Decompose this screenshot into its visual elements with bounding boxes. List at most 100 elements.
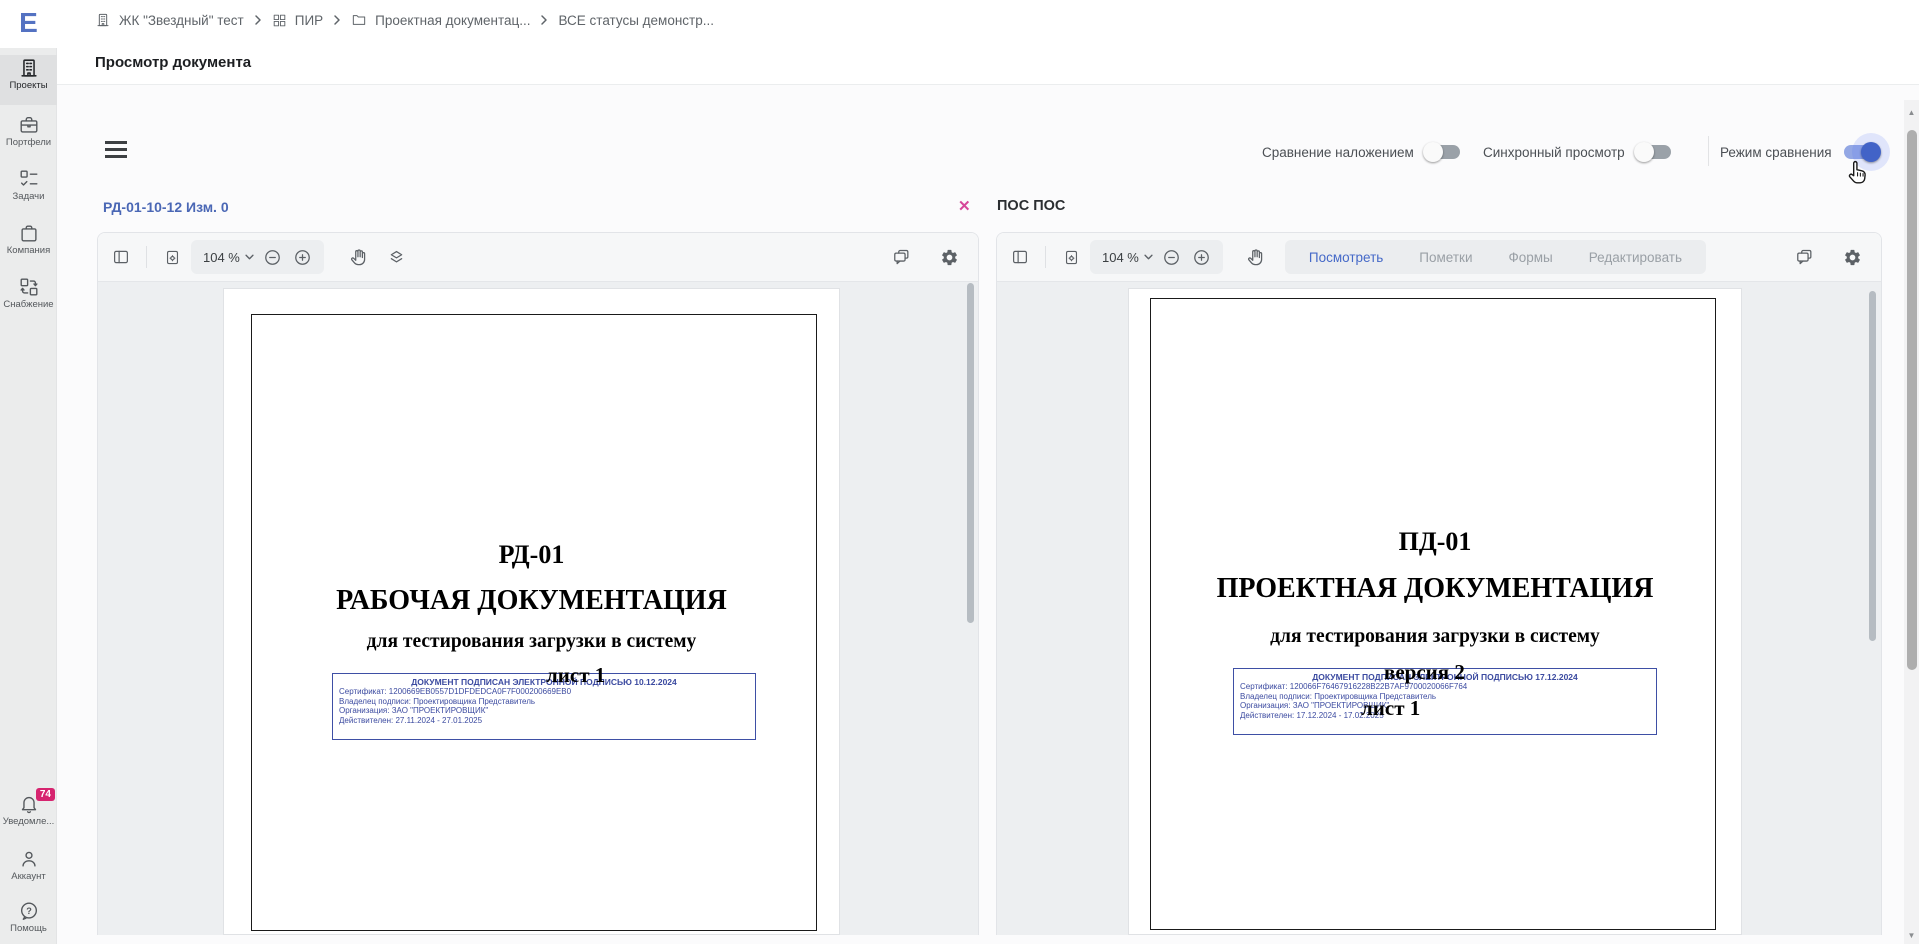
zoom-in-button[interactable]	[1187, 242, 1217, 272]
sidebar-item-company[interactable]: Компания	[0, 220, 57, 272]
zoom-level-dropdown[interactable]: 104 %	[1102, 250, 1153, 265]
pan-tool-button[interactable]	[1241, 242, 1271, 272]
building-icon	[18, 57, 40, 79]
comments-button[interactable]	[1789, 242, 1819, 272]
sync-view-switch[interactable]	[1637, 145, 1671, 159]
doc-sheet-label: лист 1	[1361, 696, 1420, 721]
pan-tool-button[interactable]	[344, 242, 374, 272]
stamp-line: Владелец подписи: Проектировщика Предста…	[339, 697, 755, 707]
left-pdf-page: РД-01 РАБОЧАЯ ДОКУМЕНТАЦИЯ для тестирова…	[223, 288, 840, 935]
company-icon	[18, 222, 40, 244]
menu-hamburger-button[interactable]	[105, 141, 127, 158]
sidebar-item-supply[interactable]: Снабжение	[0, 274, 57, 326]
doc-subtitle: для тестирования загрузки в систему	[1129, 626, 1741, 648]
help-icon: ?	[18, 900, 40, 922]
tab-edit[interactable]: Редактировать	[1571, 244, 1700, 271]
right-pdf-viewer[interactable]: ПД-01 ПРОЕКТНАЯ ДОКУМЕНТАЦИЯ для тестиро…	[997, 282, 1881, 935]
overlay-compare-switch[interactable]	[1426, 145, 1460, 159]
chevron-down-icon	[1144, 254, 1153, 260]
left-pdf-viewer[interactable]: РД-01 РАБОЧАЯ ДОКУМЕНТАЦИЯ для тестирова…	[98, 282, 978, 935]
left-viewer-scrollbar-thumb[interactable]	[967, 283, 974, 623]
plus-circle-icon	[293, 248, 312, 267]
gear-icon	[1843, 248, 1862, 267]
scrollbar-down-arrow[interactable]: ▼	[1904, 931, 1919, 940]
toggle-label: Сравнение наложением	[1262, 145, 1414, 160]
document-gear-icon	[164, 249, 181, 266]
sidebar-item-account[interactable]: Аккаунт	[0, 846, 57, 898]
viewer-mode-tabs: Посмотреть Пометки Формы Редактировать	[1285, 240, 1706, 274]
zoom-out-button[interactable]	[1157, 242, 1187, 272]
breadcrumb-label: ВСЕ статусы демонстр...	[558, 13, 714, 28]
stamp-line: Действителен: 17.12.2024 - 17.02.2025	[1240, 711, 1656, 721]
breadcrumb-item-project[interactable]: ЖК "Звездный" тест	[95, 12, 244, 28]
folder-icon	[351, 12, 367, 28]
sidebar-item-portfolios[interactable]: Портфели	[0, 112, 57, 164]
toolbar-divider	[1045, 246, 1046, 268]
breadcrumb-item-folder[interactable]: Проектная документац...	[351, 12, 530, 28]
scrollbar-up-arrow[interactable]: ▲	[1904, 108, 1919, 117]
breadcrumb-item-section[interactable]: ПИР	[272, 13, 323, 28]
tab-forms[interactable]: Формы	[1490, 244, 1570, 271]
mouse-cursor-hand	[1845, 160, 1871, 188]
zoom-value: 104 %	[203, 250, 240, 265]
page-settings-button[interactable]	[1056, 242, 1086, 272]
chevron-right-icon	[254, 14, 262, 26]
toggle-sync-view: Синхронный просмотр	[1483, 138, 1671, 166]
tab-annotations[interactable]: Пометки	[1401, 244, 1490, 271]
doc-code: РД-01	[224, 540, 839, 570]
right-viewer-panel: 104 % Посмотреть Пометки Формы Редактиро…	[996, 232, 1882, 935]
supply-icon	[18, 276, 40, 298]
comment-icon	[892, 248, 911, 267]
document-gear-icon	[1063, 249, 1080, 266]
chevron-down-icon	[245, 254, 254, 260]
sidebar-item-projects[interactable]: Проекты	[0, 55, 57, 105]
stamp-title: ДОКУМЕНТ ПОДПИСАН ЭЛЕКТРОННОЙ ПОДПИСЬЮ 1…	[333, 677, 755, 687]
layers-icon	[387, 248, 406, 267]
comments-button[interactable]	[886, 242, 916, 272]
sidebar-item-label: Помощь	[0, 923, 57, 934]
right-viewer-scrollbar-thumb[interactable]	[1869, 291, 1876, 641]
breadcrumb-item-document[interactable]: ВСЕ статусы демонстр...	[558, 13, 714, 28]
app-logo[interactable]: E	[0, 0, 57, 48]
stamp-line: Организация: ЗАО "ПРОЕКТИРОВЩИК"	[1240, 701, 1656, 711]
toggle-overlay-compare: Сравнение наложением	[1262, 138, 1460, 166]
sidebar-item-tasks[interactable]: Задачи	[0, 166, 57, 218]
compare-mode-switch[interactable]	[1844, 145, 1878, 159]
zoom-in-button[interactable]	[288, 242, 318, 272]
zoom-out-button[interactable]	[258, 242, 288, 272]
hand-icon	[349, 248, 368, 267]
page-settings-button[interactable]	[157, 242, 187, 272]
svg-text:?: ?	[26, 906, 32, 916]
viewer-settings-button[interactable]	[934, 242, 964, 272]
sidebar-item-label: Аккаунт	[0, 871, 57, 882]
zoom-level-dropdown[interactable]: 104 %	[203, 250, 254, 265]
drawing-frame	[251, 314, 817, 931]
tab-view[interactable]: Посмотреть	[1291, 244, 1401, 271]
layers-button[interactable]	[382, 242, 412, 272]
panel-left-icon	[112, 248, 130, 266]
sidebar-item-label: Уведомле...	[0, 816, 57, 827]
doc-code: ПД-01	[1129, 527, 1741, 557]
sidebar-item-label: Портфели	[0, 137, 57, 148]
toolbar-divider	[146, 246, 147, 268]
left-doc-title-link[interactable]: РД-01-10-12 Изм. 0	[103, 199, 229, 215]
hand-icon	[1246, 248, 1265, 267]
zoom-value: 104 %	[1102, 250, 1139, 265]
breadcrumb-label: Проектная документац...	[375, 13, 530, 28]
page-scrollbar[interactable]: ▲ ▼	[1904, 100, 1919, 944]
sidebar-item-help[interactable]: ? Помощь	[0, 898, 57, 944]
sidebar-panel-toggle-button[interactable]	[1005, 242, 1035, 272]
right-viewer-toolbar: 104 % Посмотреть Пометки Формы Редактиро…	[997, 233, 1881, 282]
breadcrumb-label: ЖК "Звездный" тест	[119, 13, 244, 28]
viewer-settings-button[interactable]	[1837, 242, 1867, 272]
notifications-badge: 74	[36, 788, 55, 801]
plus-circle-icon	[1192, 248, 1211, 267]
close-left-doc-button[interactable]: ✕	[958, 197, 971, 215]
tasks-icon	[18, 168, 40, 190]
panel-left-icon	[1011, 248, 1029, 266]
sidebar-item-notifications[interactable]: 74 Уведомле...	[0, 791, 57, 843]
page-title: Просмотр документа	[95, 54, 251, 71]
zoom-controls: 104 %	[191, 240, 324, 274]
sidebar-panel-toggle-button[interactable]	[106, 242, 136, 272]
page-scrollbar-thumb[interactable]	[1907, 130, 1917, 670]
